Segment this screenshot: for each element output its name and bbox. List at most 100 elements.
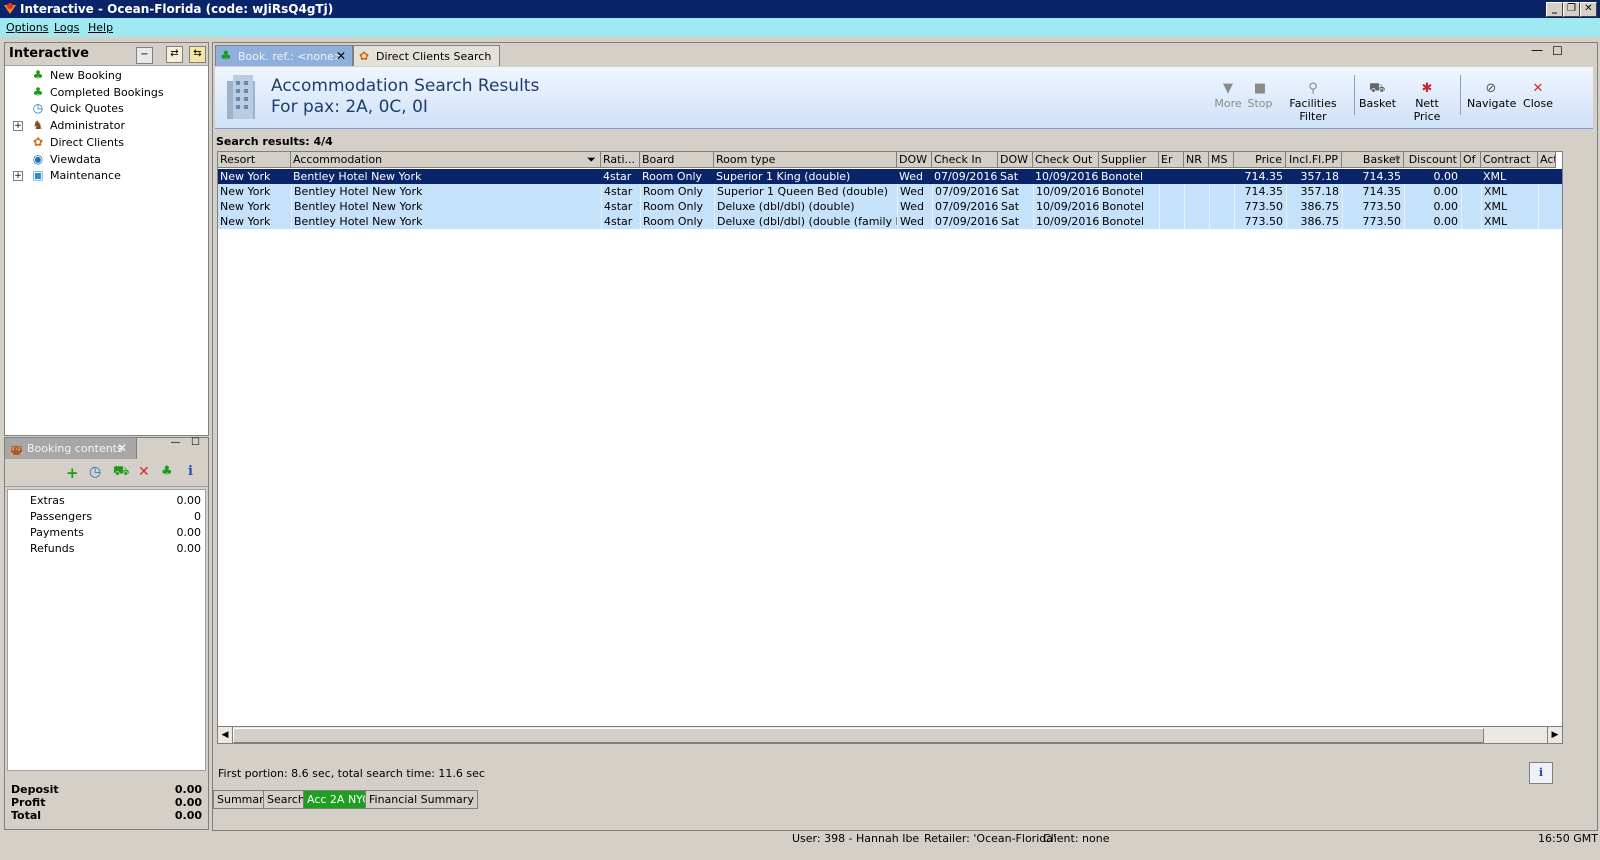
table-cell: Wed bbox=[897, 214, 932, 229]
table-cell bbox=[1184, 184, 1209, 199]
column-filter-icon[interactable]: ⏷ bbox=[587, 153, 596, 167]
table-cell bbox=[1538, 184, 1556, 199]
sync-icon[interactable]: ⇆ bbox=[189, 46, 206, 63]
tab-booking-ref[interactable]: ♣ Book. ref.: <none> ✕ bbox=[215, 45, 353, 66]
maximize-panel-icon[interactable]: ☐ bbox=[1552, 44, 1563, 58]
column-header[interactable]: Discount bbox=[1404, 152, 1461, 168]
menu-logs[interactable]: Logs bbox=[54, 21, 79, 34]
table-cell bbox=[1538, 169, 1556, 184]
table-cell: 714.35 bbox=[1342, 184, 1404, 199]
navigate-button[interactable]: ⊘ Navigate bbox=[1467, 81, 1516, 110]
nav-item-quick-quotes[interactable]: ◷ Quick Quotes bbox=[5, 100, 208, 117]
expand-icon[interactable]: + bbox=[13, 121, 23, 132]
close-window-button[interactable]: ✕ bbox=[1580, 2, 1597, 17]
column-header[interactable]: Room type bbox=[714, 152, 897, 168]
table-cell: 0.00 bbox=[1404, 214, 1461, 229]
tab-acc-2a-nyc[interactable]: Acc 2A NYC bbox=[303, 790, 374, 809]
add-icon[interactable]: + bbox=[66, 464, 79, 482]
palm-tree-icon: ♣ bbox=[32, 68, 44, 82]
column-header[interactable]: Er bbox=[1159, 152, 1184, 168]
column-header[interactable]: Price bbox=[1234, 152, 1286, 168]
column-header[interactable]: Of bbox=[1461, 152, 1481, 168]
table-row[interactable]: New York Bentley Hotel New York 4star Room … bbox=[218, 184, 1562, 199]
menu-help[interactable]: Help bbox=[88, 21, 113, 34]
stop-icon: ■ bbox=[1253, 81, 1267, 96]
column-header[interactable]: Board bbox=[640, 152, 714, 168]
info-button[interactable]: i bbox=[1529, 762, 1553, 784]
nav-item-viewdata[interactable]: ◉ Viewdata bbox=[5, 151, 208, 168]
tab-search[interactable]: Search bbox=[263, 790, 309, 809]
scroll-right-icon[interactable]: ▶ bbox=[1547, 727, 1562, 743]
column-header[interactable]: Accommodation bbox=[291, 152, 601, 168]
more-button[interactable]: ▼ More bbox=[1211, 81, 1245, 110]
nav-item-label: Viewdata bbox=[50, 152, 101, 166]
basket-button[interactable]: ⛟ Basket bbox=[1359, 81, 1396, 110]
table-cell bbox=[1538, 199, 1556, 214]
minimize-panel-icon[interactable]: — bbox=[168, 436, 183, 451]
scroll-thumb[interactable] bbox=[233, 728, 1484, 743]
scroll-left-icon[interactable]: ◀ bbox=[218, 727, 233, 743]
column-header[interactable]: NR bbox=[1184, 152, 1209, 168]
palm-tree-icon: ♣ bbox=[220, 49, 232, 64]
column-header[interactable]: Act bbox=[1538, 152, 1556, 168]
column-header[interactable]: Rati... bbox=[601, 152, 640, 168]
nav-item-new-booking[interactable]: ♣ New Booking bbox=[5, 67, 208, 84]
minimize-button[interactable]: _ bbox=[1546, 2, 1563, 17]
tab-direct-clients-search[interactable]: ✿ Direct Clients Search bbox=[353, 45, 500, 66]
stop-button[interactable]: ■ Stop bbox=[1246, 81, 1274, 110]
close-tab-icon[interactable]: ✕ bbox=[117, 441, 127, 455]
table-row[interactable]: New York Bentley Hotel New York 4star Room … bbox=[218, 214, 1562, 229]
expand-icon[interactable]: + bbox=[13, 171, 23, 182]
nett-price-button[interactable]: ✱ Nett Price bbox=[1401, 81, 1453, 123]
minimize-panel-icon[interactable]: — bbox=[1531, 43, 1543, 57]
nav-item-completed-bookings[interactable]: ♣ Completed Bookings bbox=[5, 84, 208, 101]
status-retailer: Retailer: 'Ocean-Florida' bbox=[924, 832, 1056, 845]
nett-price-icon: ✱ bbox=[1421, 81, 1433, 96]
nav-item-direct-clients[interactable]: ✿ Direct Clients bbox=[5, 134, 208, 151]
column-header[interactable]: Supplier bbox=[1099, 152, 1159, 168]
basket-add-icon[interactable]: ⛟ bbox=[113, 464, 129, 481]
booking-contents-label: Booking contents bbox=[27, 442, 123, 455]
menu-options[interactable]: Options bbox=[6, 21, 48, 34]
close-tab-icon[interactable]: ✕ bbox=[336, 49, 346, 63]
search-time-text: First portion: 8.6 sec, total search tim… bbox=[218, 767, 485, 780]
table-cell bbox=[1159, 214, 1184, 229]
column-header[interactable]: Check Out bbox=[1033, 152, 1099, 168]
facilities-filter-button[interactable]: ⚲ Facilities Filter bbox=[1277, 81, 1349, 123]
column-header[interactable]: MS bbox=[1209, 152, 1234, 168]
palm-tree-icon[interactable]: ♣ bbox=[161, 464, 173, 479]
info-icon[interactable]: i bbox=[188, 464, 193, 479]
table-cell: 357.18 bbox=[1286, 184, 1342, 199]
collapse-icon[interactable]: − bbox=[136, 47, 153, 64]
maximize-panel-icon[interactable]: ☐ bbox=[188, 436, 203, 451]
booking-contents-tab[interactable]: 👜 Booking contents ✕ bbox=[5, 438, 137, 459]
nav-item-administrator[interactable]: + ♞ Administrator bbox=[5, 117, 208, 134]
horizontal-scrollbar[interactable]: ◀ ▶ bbox=[217, 726, 1563, 744]
column-header[interactable]: DOW bbox=[897, 152, 932, 168]
nav-item-maintenance[interactable]: + ▣ Maintenance bbox=[5, 167, 208, 184]
table-cell: New York bbox=[220, 215, 271, 228]
sort-arrow-icon[interactable]: ▼ bbox=[1395, 155, 1400, 163]
table-cell: 357.18 bbox=[1300, 170, 1340, 183]
nav-item-label: Completed Bookings bbox=[50, 85, 164, 99]
table-cell: 0.00 bbox=[1404, 184, 1461, 199]
column-header[interactable]: Incl.Fl.PP bbox=[1286, 152, 1342, 168]
total-label: Total bbox=[11, 809, 42, 822]
restore-button[interactable]: ❐ bbox=[1563, 2, 1580, 17]
table-cell: XML bbox=[1481, 214, 1538, 229]
booking-row-label: Payments bbox=[30, 526, 84, 539]
column-header[interactable]: Resort bbox=[218, 152, 291, 168]
column-header[interactable]: DOW bbox=[998, 152, 1033, 168]
close-button[interactable]: ✕ Close bbox=[1521, 81, 1555, 110]
delete-icon[interactable]: ✕ bbox=[138, 464, 150, 480]
toolbar-divider bbox=[1460, 75, 1461, 115]
column-header[interactable]: Contract bbox=[1481, 152, 1538, 168]
column-header[interactable]: Check In bbox=[932, 152, 998, 168]
table-cell: 07/09/2016 bbox=[934, 170, 998, 183]
table-row[interactable]: New York Bentley Hotel New York 4star Room … bbox=[218, 169, 1562, 184]
clock-icon[interactable]: ◷ bbox=[89, 464, 101, 480]
table-row[interactable]: New York Bentley Hotel New York 4star Room … bbox=[218, 199, 1562, 214]
undock-icon[interactable]: ⇄ bbox=[166, 46, 183, 63]
tab-financial-summary[interactable]: Financial Summary bbox=[365, 790, 478, 809]
table-cell: Superior 1 Queen Bed (double) bbox=[714, 184, 897, 199]
